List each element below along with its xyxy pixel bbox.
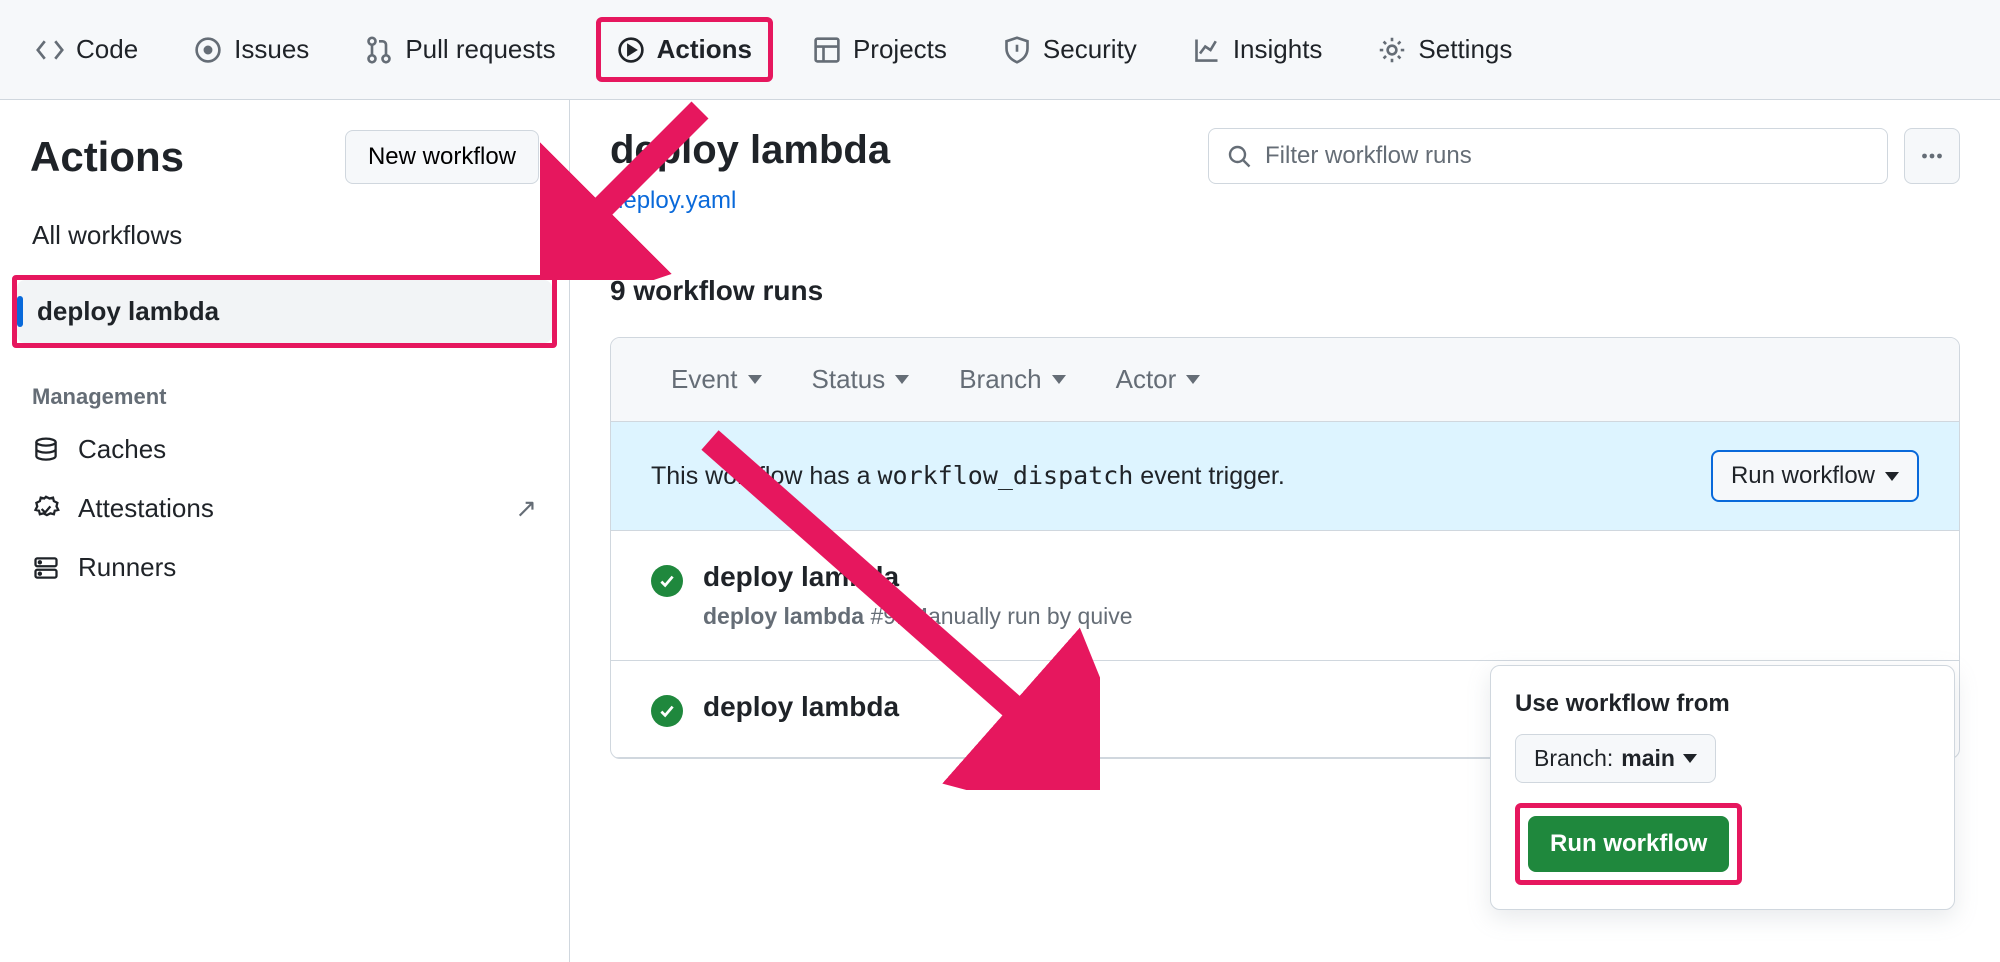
caret-icon <box>1885 472 1899 481</box>
filter-status[interactable]: Status <box>812 364 910 395</box>
branch-prefix: Branch: <box>1534 745 1613 772</box>
play-icon <box>617 36 645 64</box>
run-title: deploy lambda <box>703 561 1133 593</box>
caret-icon <box>895 375 909 384</box>
run-sub-wf: deploy lambda <box>703 603 864 629</box>
dispatch-text-post: event trigger. <box>1140 462 1285 490</box>
tab-settings[interactable]: Settings <box>1362 22 1528 77</box>
run-subtitle: deploy lambda #9: Manually run by quive <box>703 603 1133 630</box>
filter-runs-input[interactable]: Filter workflow runs <box>1208 128 1888 184</box>
tab-actions[interactable]: Actions <box>596 17 773 82</box>
repo-nav: Code Issues Pull requests Actions Projec… <box>0 0 2000 100</box>
tab-pull-requests[interactable]: Pull requests <box>349 22 571 77</box>
tab-security[interactable]: Security <box>987 22 1153 77</box>
sidebar-attestations[interactable]: Attestations ↗ <box>12 479 557 538</box>
run-sub-num: #9 <box>870 603 896 629</box>
sidebar-caches-label: Caches <box>78 434 166 465</box>
caret-icon <box>748 375 762 384</box>
projects-icon <box>813 36 841 64</box>
dispatch-code: workflow_dispatch <box>877 461 1133 490</box>
sidebar-title: Actions <box>30 133 184 181</box>
tab-pr-label: Pull requests <box>405 34 555 65</box>
popover-label: Use workflow from <box>1515 690 1930 718</box>
filter-actor-label: Actor <box>1116 364 1177 395</box>
new-workflow-button[interactable]: New workflow <box>345 130 539 184</box>
sidebar-workflow-label: deploy lambda <box>37 296 219 327</box>
caret-icon <box>1186 375 1200 384</box>
sidebar-runners[interactable]: Runners <box>12 538 557 597</box>
kebab-icon <box>1920 144 1944 168</box>
filter-branch[interactable]: Branch <box>959 364 1065 395</box>
dispatch-text-pre: This workflow has a <box>651 462 877 490</box>
branch-value: main <box>1621 745 1675 772</box>
caret-icon <box>1683 754 1697 763</box>
sidebar-all-workflows[interactable]: All workflows <box>12 204 557 267</box>
run-workflow-dropdown-button[interactable]: Run workflow <box>1711 450 1919 502</box>
workflow-file-link[interactable]: deploy.yaml <box>610 187 736 215</box>
server-icon <box>32 554 60 582</box>
issue-icon <box>194 36 222 64</box>
database-icon <box>32 436 60 464</box>
filter-status-label: Status <box>812 364 886 395</box>
verified-icon <box>32 495 60 523</box>
code-icon <box>36 36 64 64</box>
sidebar-caches[interactable]: Caches <box>12 420 557 479</box>
run-workflow-popover: Use workflow from Branch: main Run workf… <box>1490 665 1955 910</box>
annotation-highlight: deploy lambda <box>12 275 557 348</box>
filter-placeholder: Filter workflow runs <box>1265 142 1472 170</box>
tab-insights[interactable]: Insights <box>1177 22 1339 77</box>
runs-count: 9 workflow runs <box>610 275 1960 307</box>
filter-branch-label: Branch <box>959 364 1041 395</box>
tab-security-label: Security <box>1043 34 1137 65</box>
filter-event[interactable]: Event <box>671 364 762 395</box>
run-workflow-label: Run workflow <box>1731 462 1875 490</box>
sidebar-attestations-label: Attestations <box>78 493 214 524</box>
caret-icon <box>1052 375 1066 384</box>
tab-projects-label: Projects <box>853 34 947 65</box>
more-actions-button[interactable] <box>1904 128 1960 184</box>
external-link-icon: ↗ <box>515 493 537 524</box>
chart-icon <box>1193 36 1221 64</box>
filter-event-label: Event <box>671 364 738 395</box>
tab-issues[interactable]: Issues <box>178 22 325 77</box>
branch-selector[interactable]: Branch: main <box>1515 734 1716 783</box>
sidebar-all-workflows-label: All workflows <box>32 220 182 251</box>
tab-actions-label: Actions <box>657 34 752 65</box>
success-icon <box>651 565 683 597</box>
filter-actor[interactable]: Actor <box>1116 364 1201 395</box>
annotation-highlight: Run workflow <box>1515 803 1742 885</box>
main: deploy lambda deploy.yaml Filter workflo… <box>570 100 2000 962</box>
run-workflow-submit-button[interactable]: Run workflow <box>1528 816 1729 872</box>
tab-projects[interactable]: Projects <box>797 22 963 77</box>
gear-icon <box>1378 36 1406 64</box>
run-row[interactable]: deploy lambda deploy lambda #9: Manually… <box>611 531 1959 661</box>
pr-icon <box>365 36 393 64</box>
run-sub-rest: : Manually run by quive <box>896 603 1133 629</box>
dispatch-banner: This workflow has a workflow_dispatch ev… <box>611 422 1959 531</box>
success-icon <box>651 695 683 727</box>
tab-code[interactable]: Code <box>20 22 154 77</box>
tab-settings-label: Settings <box>1418 34 1512 65</box>
tab-issues-label: Issues <box>234 34 309 65</box>
shield-icon <box>1003 36 1031 64</box>
search-icon <box>1227 144 1251 168</box>
tab-insights-label: Insights <box>1233 34 1323 65</box>
sidebar: Actions New workflow All workflows deplo… <box>0 100 570 962</box>
sidebar-workflow-deploy-lambda[interactable]: deploy lambda <box>17 280 552 343</box>
sidebar-runners-label: Runners <box>78 552 176 583</box>
tab-code-label: Code <box>76 34 138 65</box>
sidebar-management-label: Management <box>12 356 557 420</box>
run-title: deploy lambda <box>703 691 899 723</box>
